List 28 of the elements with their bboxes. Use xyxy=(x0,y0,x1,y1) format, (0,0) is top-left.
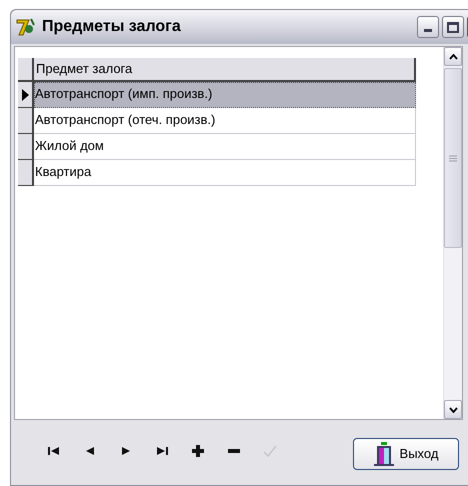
app-icon xyxy=(15,17,37,37)
skip-last-icon xyxy=(155,445,169,457)
scroll-thumb[interactable] xyxy=(444,68,462,248)
row-indicator[interactable] xyxy=(18,160,34,186)
door-exit-icon xyxy=(374,442,394,466)
vertical-scrollbar[interactable] xyxy=(443,47,462,419)
grip-icon xyxy=(449,154,457,162)
scroll-up-button[interactable] xyxy=(444,47,462,66)
scroll-down-button[interactable] xyxy=(444,400,462,419)
table-cell[interactable]: Автотранспорт (имп. произв.) xyxy=(34,82,416,108)
column-header: Предмет залога xyxy=(34,58,416,82)
maximize-button[interactable] xyxy=(442,16,464,38)
plus-icon xyxy=(191,445,205,457)
checkmark-icon xyxy=(263,445,277,457)
minimize-button[interactable] xyxy=(417,16,439,38)
exit-button[interactable]: Выход xyxy=(353,438,459,470)
row-indicator[interactable] xyxy=(18,82,34,108)
row-indicator[interactable] xyxy=(18,108,34,134)
window-title: Предметы залога xyxy=(42,17,181,37)
table-cell[interactable]: Жилой дом xyxy=(34,134,416,160)
table-cell[interactable]: Квартира xyxy=(34,160,416,186)
chevron-down-icon xyxy=(448,406,458,412)
chevron-up-icon xyxy=(448,54,458,60)
row-indicator[interactable] xyxy=(18,134,34,160)
table-cell[interactable]: Автотранспорт (отеч. произв.) xyxy=(34,108,416,134)
indicator-header xyxy=(18,58,34,82)
skip-first-icon xyxy=(47,445,61,457)
row-pointer-icon xyxy=(22,88,28,100)
